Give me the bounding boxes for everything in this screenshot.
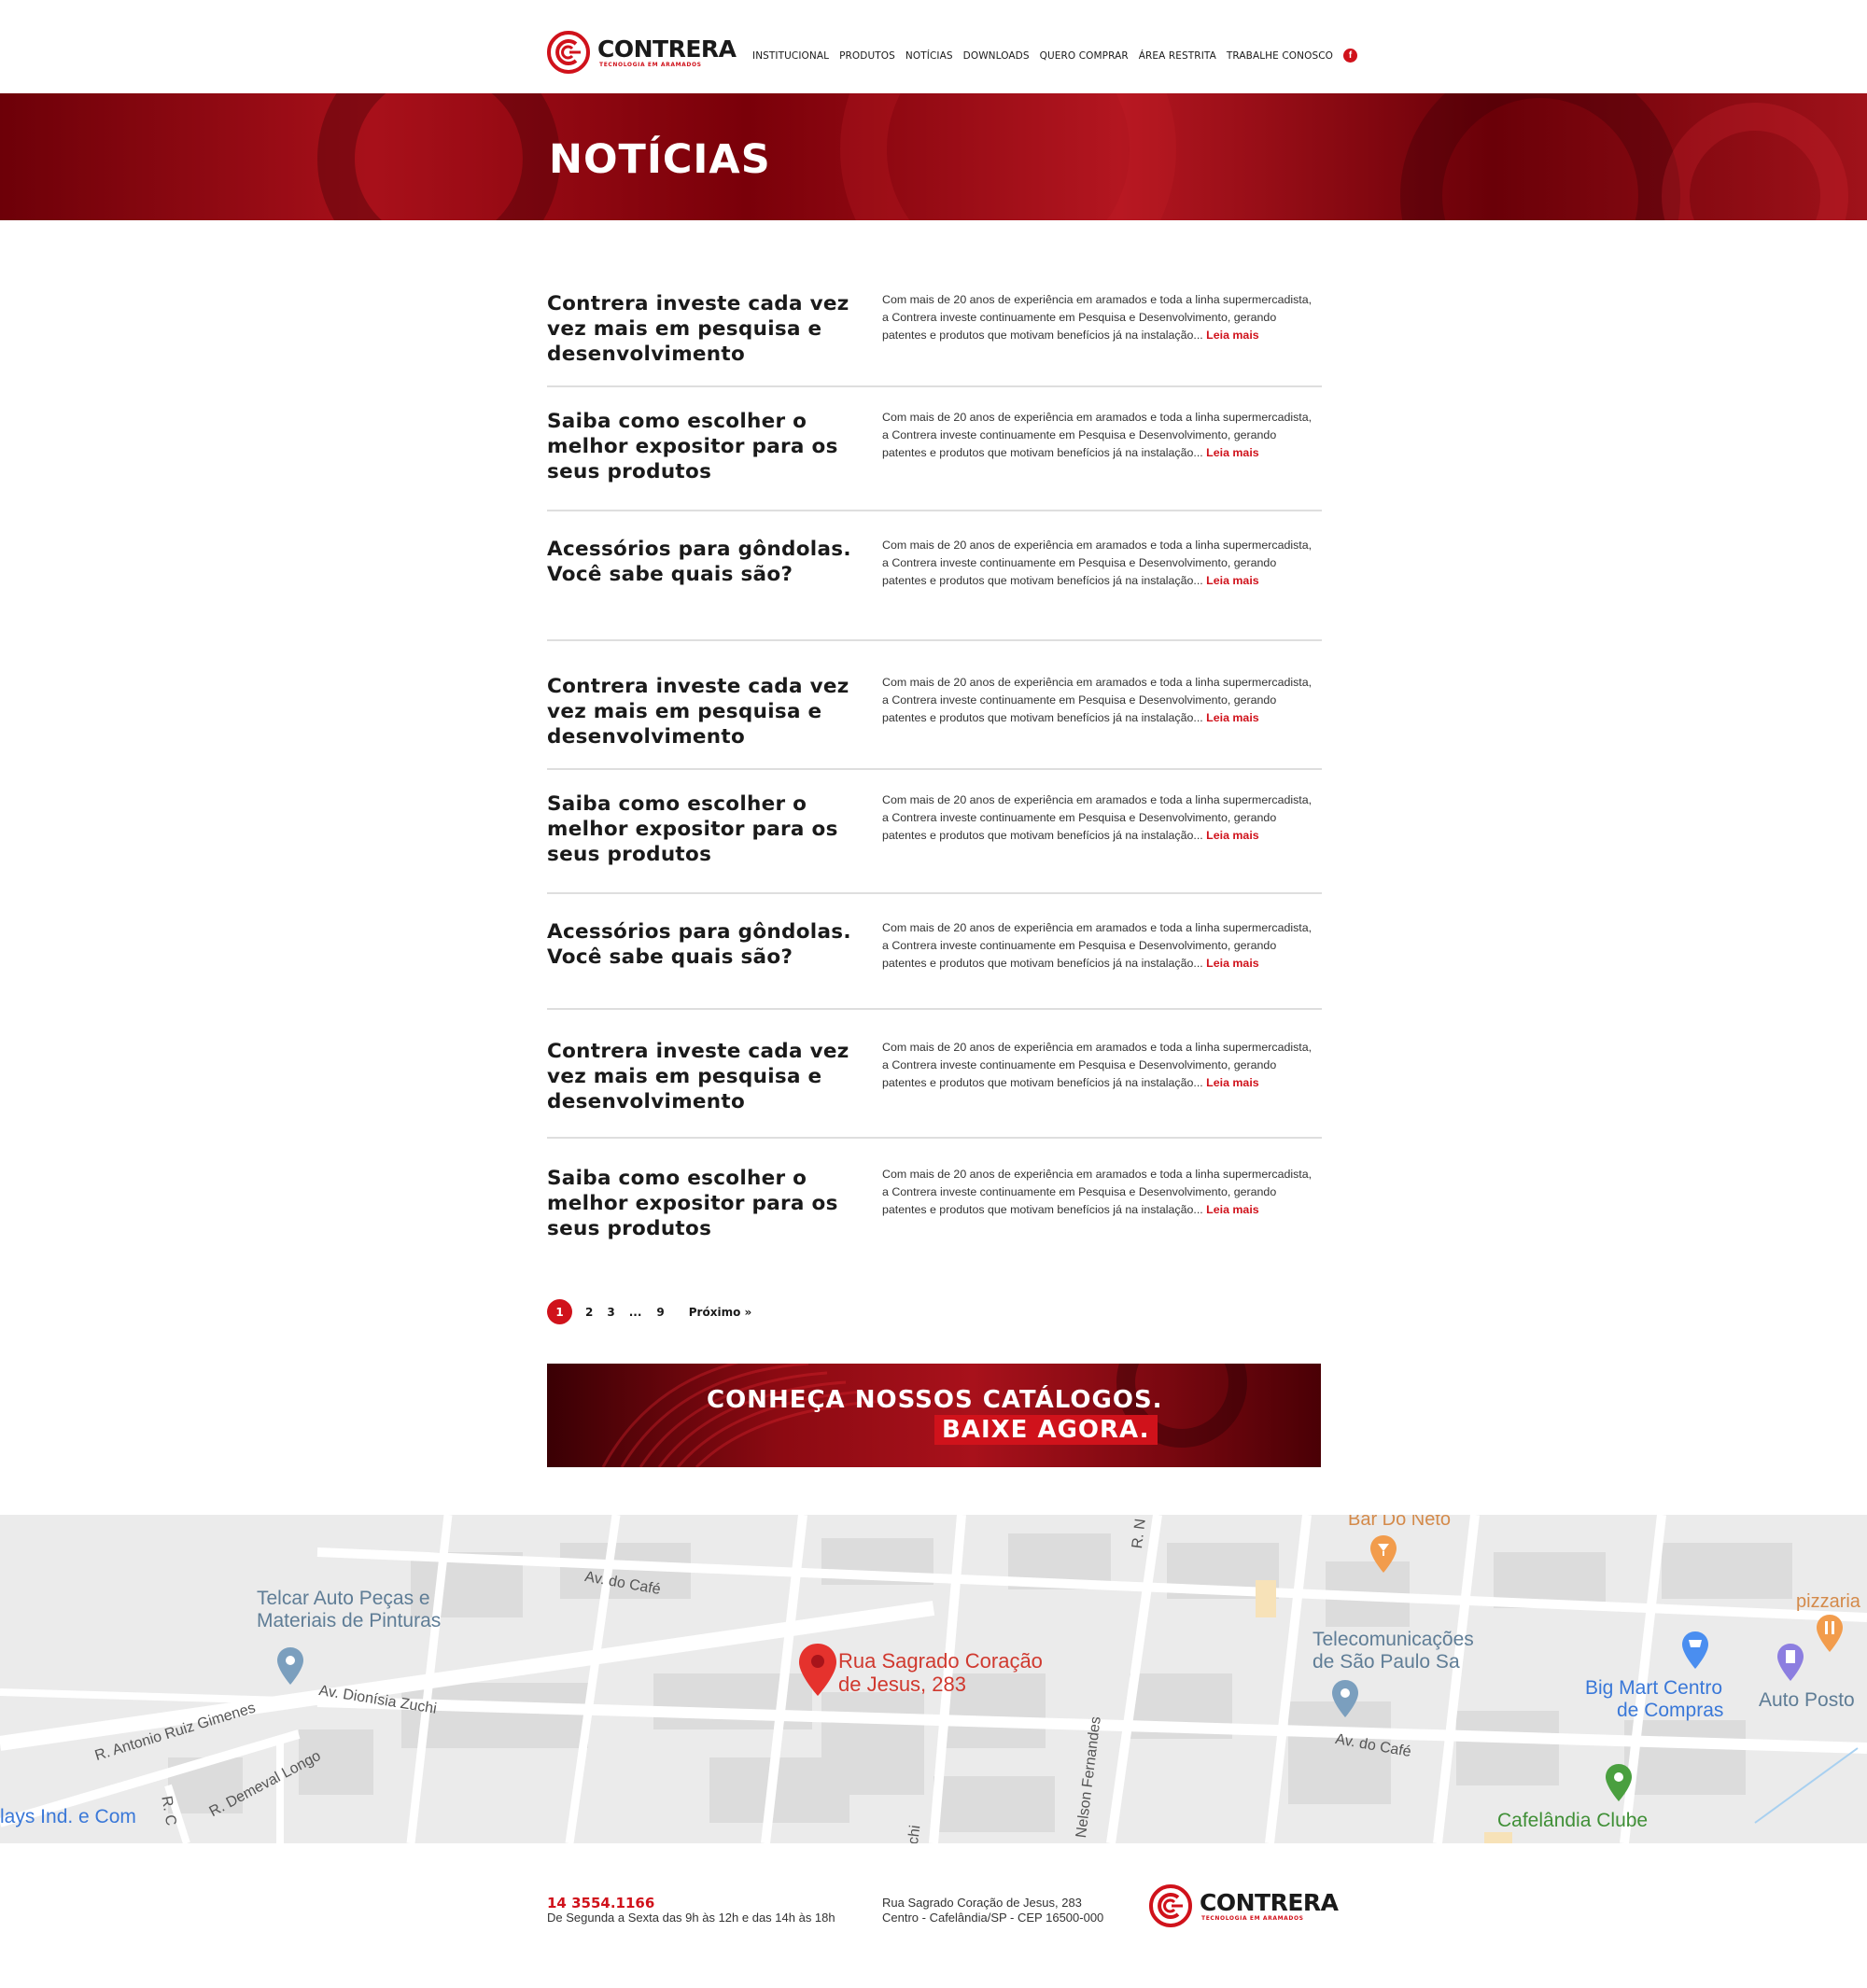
hero-decoration: [1662, 103, 1848, 220]
logo-tagline: TECNOLOGIA EM ARAMADOS: [1201, 1914, 1304, 1922]
footer-hours: De Segunda a Sexta das 9h às 12h e das 1…: [547, 1911, 835, 1925]
read-more-link[interactable]: Leia mais: [1206, 574, 1258, 587]
page-link[interactable]: 3: [607, 1306, 614, 1319]
nav-trabalhe-conosco[interactable]: TRABALHE CONOSCO: [1227, 50, 1333, 62]
news-item[interactable]: Contrera investe cada vez vez mais em pe…: [547, 641, 1322, 770]
footer-logo[interactable]: CONTRERA TECNOLOGIA EM ARAMADOS: [1149, 1884, 1339, 1927]
banner-headline: CONHEÇA NOSSOS CATÁLOGOS.: [707, 1386, 1163, 1414]
footer-phone[interactable]: 14 3554.1166: [547, 1895, 654, 1911]
location-map[interactable]: Bar Do Neto Telcar Auto Peças e Materiai…: [0, 1515, 1867, 1843]
news-item[interactable]: Acessórios para gôndolas. Você sabe quai…: [547, 511, 1322, 641]
hero-decoration: [840, 93, 1176, 220]
map-label: Rua Sagrado Coração: [838, 1649, 1043, 1673]
map-label: Big Mart Centro: [1585, 1677, 1723, 1699]
map-pin-icon[interactable]: [797, 1642, 838, 1698]
news-item[interactable]: Contrera investe cada vez vez mais em pe…: [547, 271, 1322, 387]
news-excerpt: Com mais de 20 anos de experiência em ar…: [882, 539, 1313, 587]
footer-address-line2: Centro - Cafelândia/SP - CEP 16500-000: [882, 1911, 1104, 1925]
shopping-pin-icon[interactable]: [1680, 1630, 1710, 1671]
news-excerpt: Com mais de 20 anos de experiência em ar…: [882, 921, 1313, 970]
news-title[interactable]: Acessórios para gôndolas. Você sabe quai…: [547, 537, 855, 587]
read-more-link[interactable]: Leia mais: [1206, 829, 1258, 842]
news-title[interactable]: Contrera investe cada vez vez mais em pe…: [547, 291, 855, 367]
park-pin-icon[interactable]: [1604, 1762, 1634, 1803]
news-excerpt: Com mais de 20 anos de experiência em ar…: [882, 293, 1313, 342]
read-more-link[interactable]: Leia mais: [1206, 446, 1258, 459]
page-hero: NOTÍCIAS: [0, 93, 1867, 220]
news-item[interactable]: Saiba como escolher o melhor expositor p…: [547, 770, 1322, 894]
news-excerpt: Com mais de 20 anos de experiência em ar…: [882, 411, 1313, 459]
read-more-link[interactable]: Leia mais: [1206, 957, 1258, 970]
page-link-last[interactable]: 9: [656, 1306, 664, 1319]
news-item[interactable]: Contrera investe cada vez vez mais em pe…: [547, 1010, 1322, 1139]
nav-quero-comprar[interactable]: QUERO COMPRAR: [1040, 50, 1129, 62]
page-link[interactable]: 2: [585, 1306, 593, 1319]
page-ellipsis: ...: [628, 1305, 642, 1319]
logo-brand: CONTRERA: [1200, 1888, 1339, 1916]
news-excerpt: Com mais de 20 anos de experiência em ar…: [882, 676, 1313, 724]
catalog-banner[interactable]: CONHEÇA NOSSOS CATÁLOGOS. BAIXE AGORA.: [547, 1364, 1321, 1467]
pagination: 1 2 3 ... 9 Próximo »: [547, 1299, 765, 1324]
map-label: Cafelândia Clube: [1497, 1810, 1649, 1831]
facebook-icon[interactable]: f: [1343, 49, 1358, 63]
news-item[interactable]: Acessórios para gôndolas. Você sabe quai…: [547, 894, 1322, 1010]
map-label: de Jesus, 283: [838, 1673, 966, 1696]
gas-station-pin-icon[interactable]: [1776, 1642, 1805, 1683]
page-current[interactable]: 1: [547, 1299, 572, 1324]
read-more-link[interactable]: Leia mais: [1206, 1076, 1258, 1089]
poi-pin-icon[interactable]: [1330, 1678, 1360, 1719]
logo-brand: CONTRERA: [597, 35, 737, 63]
footer-address-line1: Rua Sagrado Coração de Jesus, 283: [882, 1896, 1082, 1910]
map-label: Telcar Auto Peças e: [257, 1588, 430, 1609]
banner-cta[interactable]: BAIXE AGORA.: [934, 1415, 1158, 1445]
restaurant-pin-icon[interactable]: [1815, 1613, 1845, 1654]
news-title[interactable]: Saiba como escolher o melhor expositor p…: [547, 409, 855, 484]
news-title[interactable]: Acessórios para gôndolas. Você sabe quai…: [547, 919, 855, 970]
hero-decoration: [317, 93, 560, 220]
contrera-logo-icon: [1149, 1884, 1192, 1927]
map-label: de São Paulo Sa: [1313, 1651, 1460, 1673]
map-label: pizzaria: [1796, 1591, 1860, 1612]
map-label: Materiais de Pinturas: [257, 1610, 442, 1631]
hero-decoration: [1400, 93, 1680, 220]
news-excerpt: Com mais de 20 anos de experiência em ar…: [882, 793, 1313, 842]
read-more-link[interactable]: Leia mais: [1206, 1203, 1258, 1216]
map-label: de Compras: [1617, 1700, 1724, 1721]
nav-noticias[interactable]: NOTÍCIAS: [905, 50, 953, 62]
nav-area-restrita[interactable]: ÁREA RESTRITA: [1139, 50, 1216, 62]
news-title[interactable]: Saiba como escolher o melhor expositor p…: [547, 1166, 855, 1241]
next-page-link[interactable]: Próximo »: [689, 1306, 752, 1319]
news-title[interactable]: Saiba como escolher o melhor expositor p…: [547, 791, 855, 867]
nav-produtos[interactable]: PRODUTOS: [839, 50, 895, 62]
map-label: Telecomunicações: [1313, 1629, 1474, 1650]
contrera-logo-icon: [547, 31, 590, 74]
news-title[interactable]: Contrera investe cada vez vez mais em pe…: [547, 674, 855, 749]
news-item[interactable]: Saiba como escolher o melhor expositor p…: [547, 387, 1322, 511]
read-more-link[interactable]: Leia mais: [1206, 711, 1258, 724]
map-label: Bar Do Neto: [1348, 1515, 1452, 1530]
news-excerpt: Com mais de 20 anos de experiência em ar…: [882, 1041, 1313, 1089]
page-title: NOTÍCIAS: [549, 136, 771, 183]
news-title[interactable]: Contrera investe cada vez vez mais em pe…: [547, 1039, 855, 1114]
news-excerpt: Com mais de 20 anos de experiência em ar…: [882, 1168, 1313, 1216]
news-item[interactable]: Saiba como escolher o melhor expositor p…: [547, 1139, 1322, 1258]
map-label: lays Ind. e Com: [0, 1806, 136, 1827]
nav-institucional[interactable]: INSTITUCIONAL: [752, 50, 829, 62]
bar-pin-icon[interactable]: [1369, 1533, 1398, 1575]
nav-downloads[interactable]: DOWNLOADS: [963, 50, 1030, 62]
header-logo[interactable]: CONTRERA TECNOLOGIA EM ARAMADOS: [547, 31, 737, 74]
read-more-link[interactable]: Leia mais: [1206, 329, 1258, 342]
main-nav: INSTITUCIONAL PRODUTOS NOTÍCIAS DOWNLOAD…: [752, 49, 1358, 63]
site-header: CONTRERA TECNOLOGIA EM ARAMADOS INSTITUC…: [0, 0, 1867, 93]
logo-tagline: TECNOLOGIA EM ARAMADOS: [599, 61, 702, 68]
map-label: chi: [905, 1824, 924, 1843]
poi-pin-icon[interactable]: [275, 1645, 305, 1687]
map-label: Auto Posto: [1759, 1689, 1855, 1711]
